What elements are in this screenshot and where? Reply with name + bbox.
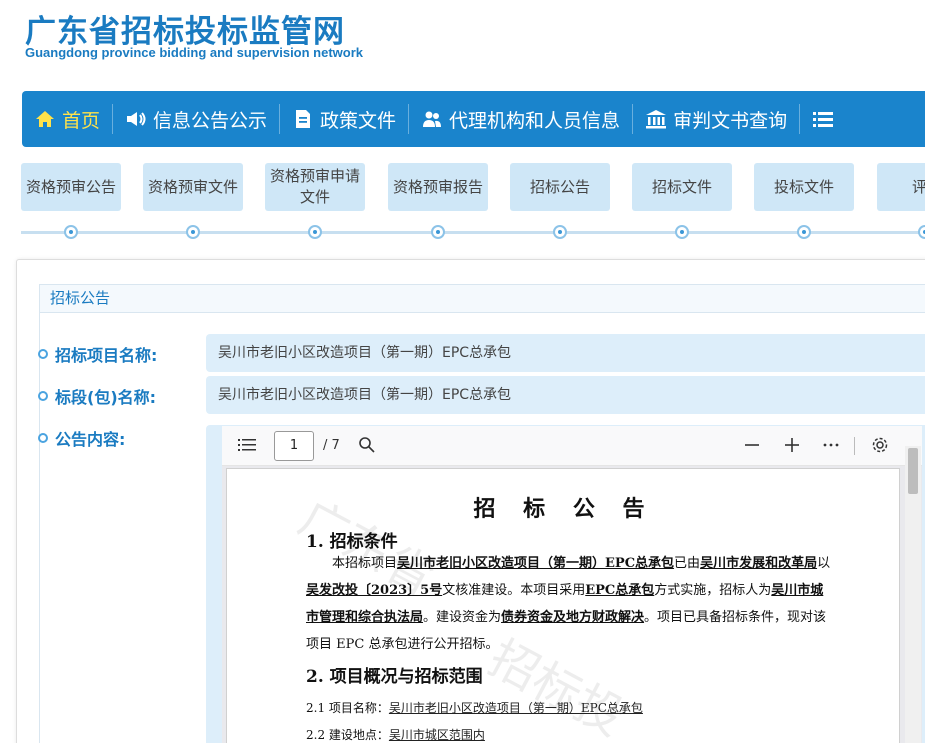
step-dot	[308, 225, 322, 239]
settings-gear-icon[interactable]	[871, 436, 889, 458]
step-prequal-report[interactable]: 资格预审报告	[388, 163, 488, 211]
project-name-value: 吴川市老旧小区改造项目（第一期）EPC总承包	[206, 334, 925, 372]
megaphone-icon	[125, 108, 147, 130]
pdf-viewport[interactable]: 广东省 招标投 招 标 公 告 1. 招标条件 本招标项目吴川市老旧小区改造项目…	[222, 466, 922, 743]
pdf-scrollbar[interactable]	[905, 446, 921, 743]
section-1-paragraph: 本招标项目吴川市老旧小区改造项目（第一期）EPC总承包已由吴川市发展和改革局以吴…	[306, 556, 831, 652]
step-prequal-notice[interactable]: 资格预审公告	[21, 163, 121, 211]
nav-item-label: 代理机构和人员信息	[449, 109, 621, 132]
people-icon	[421, 108, 443, 130]
item-project-name: 2.1 项目名称：吴川市老旧小区改造项目（第一期）EPC总承包	[306, 701, 643, 715]
step-tender-notice[interactable]: 招标公告	[510, 163, 610, 211]
project-name-label-text: 招标项目名称:	[55, 346, 158, 365]
search-icon[interactable]	[358, 436, 376, 458]
item-location: 2.2 建设地点：吴川市城区范围内	[306, 728, 485, 742]
document-icon	[292, 108, 314, 130]
page-total: / 7	[323, 438, 340, 453]
list-icon	[812, 108, 834, 130]
bullet-icon	[38, 433, 48, 443]
steps-timeline-line	[21, 231, 925, 234]
nav-item-announcements[interactable]: 信息公告公示	[113, 91, 279, 147]
bullet-icon	[38, 349, 48, 359]
page-root: 广东省招标投标监管网 Guangdong province bidding an…	[0, 0, 925, 743]
section-1-title: 1. 招标条件	[306, 532, 398, 552]
step-tender-docs[interactable]: 招标文件	[632, 163, 732, 211]
courthouse-icon	[645, 108, 667, 130]
more-options-icon[interactable]	[822, 436, 840, 458]
zoom-in-icon[interactable]	[783, 436, 801, 458]
bullet-icon	[38, 391, 48, 401]
step-dot	[553, 225, 567, 239]
step-dot	[431, 225, 445, 239]
nav-item-judgments[interactable]: 审判文书查询	[633, 91, 799, 147]
home-icon	[34, 108, 56, 130]
nav-item-home[interactable]: 首页	[22, 91, 112, 147]
nav-item-label: 首页	[62, 109, 101, 132]
section-name-label: 标段(包)名称:	[38, 384, 156, 408]
nav-item-label: 审判文书查询	[673, 109, 788, 132]
step-dot	[797, 225, 811, 239]
step-dot	[186, 225, 200, 239]
section-name-label-text: 标段(包)名称:	[55, 388, 157, 407]
step-prequal-application[interactable]: 资格预审申请文件	[265, 163, 365, 211]
nav-item-agencies[interactable]: 代理机构和人员信息	[409, 91, 632, 147]
zoom-out-icon[interactable]	[743, 436, 761, 458]
doc-title: 招 标 公 告	[473, 496, 655, 522]
process-steps: 资格预审公告 资格预审文件 资格预审申请文件 资格预审报告 招标公告 招标文件 …	[21, 163, 925, 243]
page-number-input[interactable]: 1	[274, 431, 314, 461]
content-label-text: 公告内容:	[55, 430, 126, 449]
nav-item-label: 政策文件	[320, 109, 397, 132]
step-prequal-docs[interactable]: 资格预审文件	[143, 163, 243, 211]
toolbar-divider	[854, 437, 855, 455]
step-dot	[64, 225, 78, 239]
main-nav: 首页 信息公告公示 政策文件 代理机构和人员信息 审判文书查询	[22, 91, 925, 147]
nav-item-policy[interactable]: 政策文件	[280, 91, 408, 147]
step-dot	[675, 225, 689, 239]
outline-icon[interactable]	[238, 437, 256, 457]
project-name-label: 招标项目名称:	[38, 342, 157, 366]
section-name-value: 吴川市老旧小区改造项目（第一期）EPC总承包	[206, 376, 925, 414]
panel-title: 招标公告	[40, 285, 925, 313]
step-bid-docs[interactable]: 投标文件	[754, 163, 854, 211]
step-dot	[918, 225, 925, 239]
content-label: 公告内容:	[38, 426, 125, 450]
scrollbar-thumb[interactable]	[908, 448, 918, 494]
section-2-title: 2. 项目概况与招标范围	[306, 667, 483, 687]
nav-item-more[interactable]	[800, 91, 852, 147]
pdf-toolbar: 1 / 7	[222, 426, 922, 466]
pdf-page: 广东省 招标投 招 标 公 告 1. 招标条件 本招标项目吴川市老旧小区改造项目…	[226, 468, 900, 743]
nav-item-label: 信息公告公示	[153, 109, 268, 132]
step-evaluation[interactable]: 评标	[877, 163, 925, 211]
site-logo-subtitle: Guangdong province bidding and supervisi…	[25, 45, 364, 60]
